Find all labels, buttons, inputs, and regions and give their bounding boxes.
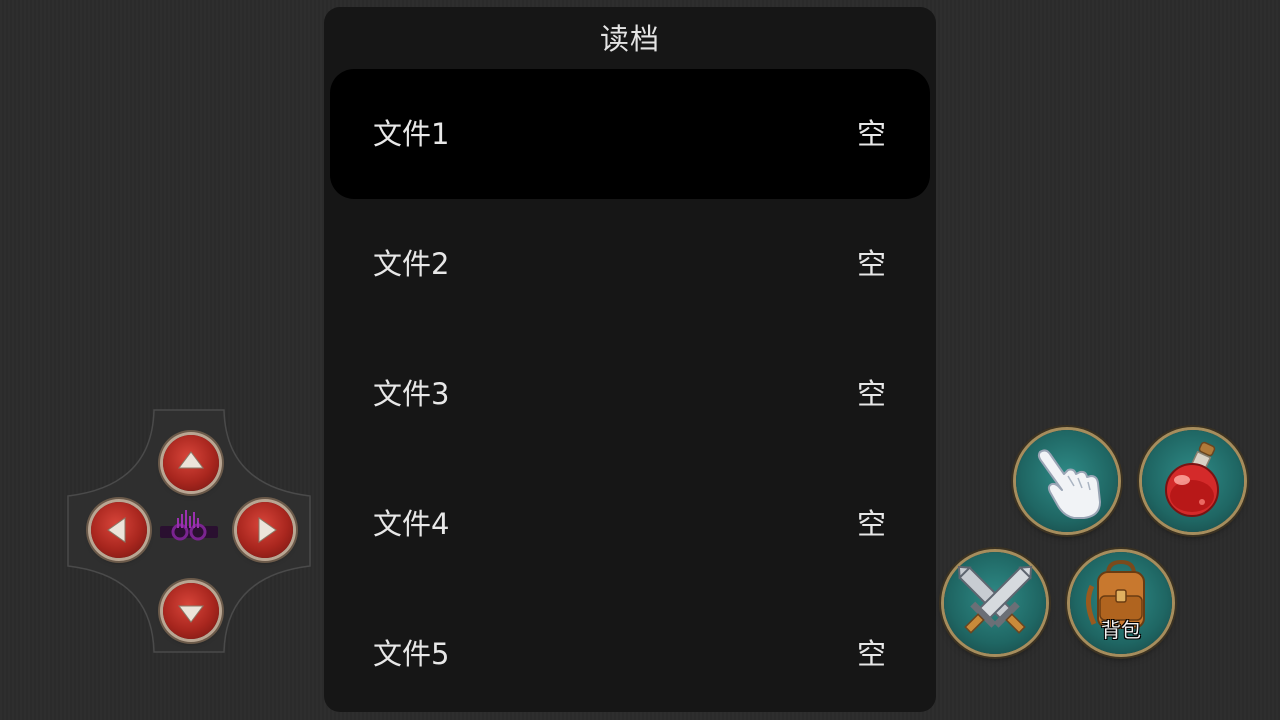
red-potion-icon [1165,441,1219,517]
dpad-right-button[interactable] [237,502,293,558]
slot-status: 空 [856,247,886,281]
pointing-hand-icon [1037,449,1101,519]
slot-status: 空 [856,377,886,411]
crossed-swords-icon [957,565,1033,634]
dpad-down-button[interactable] [163,583,219,639]
slot-name: 文件2 [373,247,450,281]
dpad [66,408,312,654]
arrow-right-icon [258,517,277,543]
backpack-button[interactable]: 背包 [1070,552,1172,654]
slot-name: 文件3 [373,377,450,411]
save-slot-4[interactable]: 文件4 空 [330,459,930,589]
purple-emblem-icon [160,510,218,541]
arrow-up-icon [178,451,204,469]
interact-button[interactable] [1016,430,1118,532]
save-slot-2[interactable]: 文件2 空 [330,199,930,329]
backpack-label: 背包 [1101,618,1141,642]
save-slot-1[interactable]: 文件1 空 [330,69,930,199]
dialog-title: 读档 [599,22,660,56]
slot-status: 空 [856,637,886,671]
slot-status: 空 [856,507,886,541]
slot-name: 文件4 [373,507,450,541]
save-slot-3[interactable]: 文件3 空 [330,329,930,459]
arrow-left-icon [107,517,126,543]
dpad-up-button[interactable] [163,435,219,491]
arrow-down-icon [178,605,204,623]
slot-name: 文件5 [373,637,450,671]
save-slot-5[interactable]: 文件5 空 [330,589,930,719]
game-screen: 读档 文件1 空 文件2 空 文件3 空 文件4 空 文件5 空 背包 [0,0,1280,720]
slot-name: 文件1 [373,117,450,151]
load-dialog: 读档 文件1 空 文件2 空 文件3 空 文件4 空 文件5 空 [324,7,936,712]
slot-status: 空 [856,117,886,151]
dpad-left-button[interactable] [91,502,147,558]
potion-button[interactable] [1142,430,1244,532]
attack-button[interactable] [944,552,1046,654]
